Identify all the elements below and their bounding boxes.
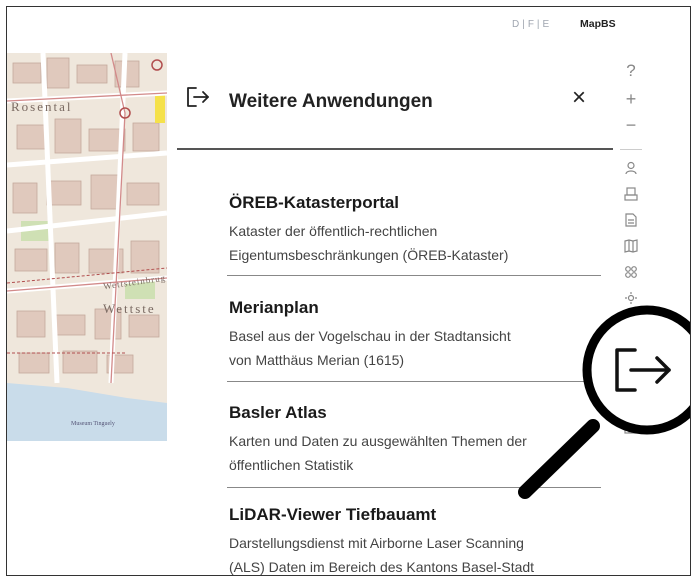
layers-icon[interactable] bbox=[616, 265, 646, 283]
app-description-line: Karten und Daten zu ausgewählten Themen … bbox=[229, 433, 527, 449]
app-description-line: Darstellungsdienst mit Airborne Laser Sc… bbox=[229, 535, 524, 551]
map-label-wettstein: Wettste bbox=[103, 301, 156, 316]
app-divider bbox=[227, 381, 601, 382]
app-description-line: Eigentumsbeschränkungen (ÖREB-Kataster) bbox=[229, 247, 509, 263]
app-item-lidar-viewer[interactable]: LiDAR-Viewer Tiefbauamt Darstellungsdien… bbox=[229, 505, 599, 575]
grid-icon[interactable] bbox=[616, 421, 646, 438]
header-divider bbox=[177, 148, 613, 150]
app-name: Merianplan bbox=[229, 298, 319, 317]
app-name: ÖREB-Katasterportal bbox=[229, 193, 400, 212]
app-description-line: Basel aus der Vogelschau in der Stadtans… bbox=[229, 328, 511, 344]
brand-link[interactable]: MapBS bbox=[580, 18, 616, 30]
help-button[interactable]: ? bbox=[616, 61, 646, 81]
map-label-museum: Museum Tinguely bbox=[71, 421, 115, 427]
app-name: LiDAR-Viewer Tiefbauamt bbox=[229, 505, 437, 524]
app-description-line: öffentlichen Statistik bbox=[229, 457, 354, 473]
toolbar-divider bbox=[620, 149, 642, 150]
app-description-line: (ALS) Daten im Bereich des Kantons Basel… bbox=[229, 559, 535, 575]
print-icon[interactable] bbox=[616, 187, 646, 205]
app-description-line: von Matthäus Merian (1615) bbox=[229, 352, 405, 368]
close-button[interactable]: × bbox=[572, 83, 586, 113]
map-view[interactable]: Rosental Wettsteinbrug Wettste Museum Ti… bbox=[7, 53, 167, 441]
zoom-out-button[interactable]: − bbox=[616, 115, 646, 136]
app-item-merianplan[interactable]: Merianplan Basel aus der Vogelschau in d… bbox=[229, 298, 599, 372]
zoom-in-button[interactable]: + bbox=[616, 89, 646, 110]
app-divider bbox=[227, 487, 601, 488]
app-item-oereb[interactable]: ÖREB-Katasterportal Kataster der öffentl… bbox=[229, 193, 599, 267]
app-window: D|F|E MapBS Rosental Wettsteinbrug Wetts… bbox=[6, 6, 691, 576]
language-switch[interactable]: D|F|E bbox=[512, 19, 552, 30]
document-icon[interactable] bbox=[616, 213, 646, 231]
app-item-basler-atlas[interactable]: Basler Atlas Karten und Daten zu ausgewä… bbox=[229, 403, 599, 477]
side-panel: Weitere Anwendungen × ÖREB-Katasterporta… bbox=[177, 53, 613, 575]
map-icon[interactable] bbox=[616, 239, 646, 257]
app-description-line: Kataster der öffentlich-rechtlichen bbox=[229, 223, 438, 239]
app-divider bbox=[227, 275, 601, 276]
map-label-rosental: Rosental bbox=[11, 99, 73, 114]
user-icon[interactable] bbox=[616, 161, 646, 179]
settings-icon[interactable] bbox=[616, 291, 646, 309]
exit-arrow-icon bbox=[615, 348, 671, 392]
top-links: D|F|E MapBS bbox=[512, 18, 616, 30]
app-name: Basler Atlas bbox=[229, 403, 327, 422]
panel-header: Weitere Anwendungen × bbox=[177, 53, 613, 147]
panel-title: Weitere Anwendungen bbox=[229, 91, 433, 112]
exit-arrow-icon bbox=[185, 85, 211, 114]
